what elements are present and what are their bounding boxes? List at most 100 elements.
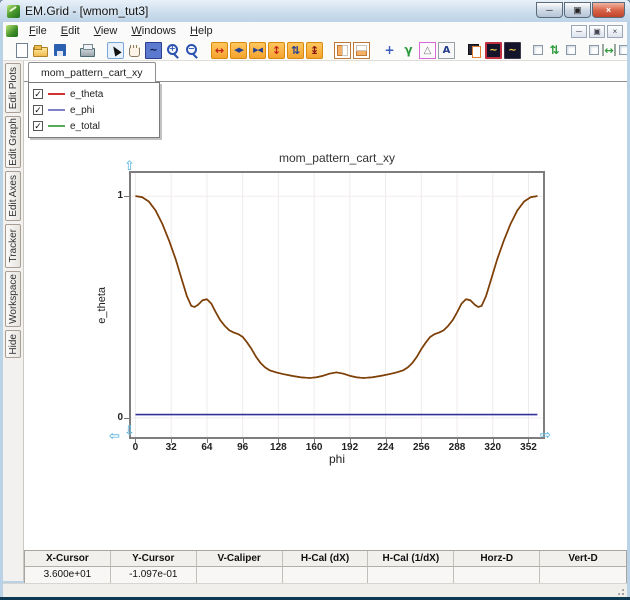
x-tick-160: 160 — [297, 442, 331, 453]
status-bar — [3, 583, 627, 598]
sidebar-item-workspace[interactable]: Workspace — [5, 271, 21, 327]
plot-svg — [131, 173, 543, 437]
tab-mom-pattern-cart-xy[interactable]: mom_pattern_cart_xy — [28, 62, 156, 82]
legend-checkbox-e_theta[interactable]: ✓ — [33, 89, 43, 99]
expand-x-icon[interactable]: ↔ — [211, 42, 228, 59]
x-tickmark-192 — [350, 439, 351, 443]
x-tickmark-96 — [243, 439, 244, 443]
title-bar[interactable]: EM.Grid - [wmom_tut3] ─▣× — [0, 0, 630, 22]
menu-file[interactable]: File — [22, 23, 54, 39]
print-icon[interactable] — [79, 42, 96, 59]
plot-window-icon[interactable]: ∼ — [504, 42, 521, 59]
left-panel-tabs: Edit Plots Edit Graph Edit Axes Tracker Work… — [3, 61, 24, 581]
window-title: EM.Grid - [wmom_tut3] — [25, 4, 148, 18]
scale-y-icon[interactable]: ⇅ — [287, 42, 304, 59]
cursor-header-v-caliper: V-Caliper — [197, 551, 283, 567]
cursor-value-2 — [197, 567, 283, 583]
menu-help[interactable]: Help — [183, 23, 220, 39]
link-y-left-checkbox-icon[interactable] — [532, 42, 544, 59]
x-tickmark-0 — [135, 439, 136, 443]
cursor-header-y-cursor: Y-Cursor — [111, 551, 197, 567]
series-e_theta — [136, 196, 538, 378]
zoom-out-icon[interactable]: − — [183, 42, 200, 59]
new-document-icon[interactable] — [13, 42, 30, 59]
expand-y-icon[interactable]: ↕ — [268, 42, 285, 59]
link-x-axes-icon[interactable]: ↔ — [602, 44, 616, 56]
x-tickmark-352 — [528, 439, 529, 443]
plot-mode-icon[interactable]: ∼ — [145, 42, 162, 59]
save-file-icon[interactable] — [51, 42, 68, 59]
sidebar-item-edit-plots[interactable]: Edit Plots — [5, 63, 21, 113]
cursor-header-x-cursor: X-Cursor — [25, 551, 111, 567]
x-tick-256: 256 — [404, 442, 438, 453]
compress-y-icon[interactable]: ↨ — [306, 42, 323, 59]
caliper-tool-icon[interactable]: γ — [400, 42, 417, 59]
new-plot-window-icon[interactable]: ∼ — [485, 42, 502, 59]
cursor-table-header-row: X-CursorY-CursorV-CaliperH-Cal (dX)H-Cal… — [25, 551, 626, 567]
open-file-icon[interactable] — [32, 42, 49, 59]
x-tick-192: 192 — [333, 442, 367, 453]
link-y-right-checkbox-icon[interactable] — [565, 42, 577, 59]
legend-checkbox-e_total[interactable]: ✓ — [33, 121, 43, 131]
x-tickmark-224 — [386, 439, 387, 443]
legend-row-e_phi: ✓ e_phi — [33, 102, 155, 118]
crosshair-tool-icon[interactable]: + — [381, 42, 398, 59]
mdi-restore-button[interactable]: ▣ — [589, 25, 605, 38]
compress-x-icon[interactable]: ▶◀ — [249, 42, 266, 59]
pan-tool-icon[interactable] — [126, 42, 143, 59]
copy-plot-icon[interactable] — [466, 42, 483, 59]
menu-view[interactable]: View — [87, 23, 125, 39]
sidebar-item-edit-graph[interactable]: Edit Graph — [5, 116, 21, 168]
x-tickmark-288 — [457, 439, 458, 443]
pointer-tool-icon[interactable]: ▲ — [107, 42, 124, 59]
legend-swatch-e_phi — [48, 109, 65, 111]
x-tick-320: 320 — [476, 442, 510, 453]
text-annotation-icon[interactable]: A — [438, 42, 455, 59]
link-x-right-checkbox-icon[interactable] — [618, 42, 627, 59]
split-vertical-icon[interactable] — [334, 42, 351, 59]
y-tickmark-0 — [124, 418, 129, 419]
zoom-in-icon[interactable]: + — [164, 42, 181, 59]
pan-right-arrow[interactable]: ⇨ — [540, 428, 551, 443]
minimize-button[interactable]: ─ — [536, 2, 563, 18]
legend-label-e_phi: e_phi — [70, 105, 94, 116]
x-tickmark-128 — [278, 439, 279, 443]
menu-edit[interactable]: Edit — [54, 23, 87, 39]
y-tickmark-1 — [124, 196, 129, 197]
document-logo-icon — [6, 25, 18, 37]
menu-windows[interactable]: Windows — [124, 23, 183, 39]
cursor-table-value-row: 3.600e+01-1.097e-01 — [25, 567, 626, 583]
cursor-readout-table: X-CursorY-CursorV-CaliperH-Cal (dX)H-Cal… — [24, 550, 627, 584]
plot-frame[interactable] — [129, 171, 545, 439]
mdi-close-button[interactable]: × — [607, 25, 623, 38]
sidebar-item-tracker[interactable]: Tracker — [5, 224, 21, 268]
sidebar-item-edit-axes[interactable]: Edit Axes — [5, 171, 21, 221]
legend-row-e_theta: ✓ e_theta — [33, 86, 155, 102]
x-tick-0: 0 — [118, 442, 152, 453]
legend-checkbox-e_phi[interactable]: ✓ — [33, 105, 43, 115]
restore-button[interactable]: ▣ — [564, 2, 591, 18]
link-x-left-checkbox-icon[interactable] — [588, 42, 600, 59]
resize-grip[interactable] — [616, 587, 625, 596]
link-y-axes-icon[interactable]: ⇅ — [546, 42, 563, 59]
x-tickmark-320 — [493, 439, 494, 443]
split-horizontal-icon[interactable] — [353, 42, 370, 59]
cursor-header-vert-d: Vert-D — [540, 551, 626, 567]
legend-row-e_total: ✓e_total — [33, 118, 155, 134]
scale-x-icon[interactable]: ◀▶ — [230, 42, 247, 59]
window-controls: ─▣× — [536, 2, 625, 18]
sidebar-item-hide[interactable]: Hide — [5, 330, 21, 358]
x-tick-128: 128 — [261, 442, 295, 453]
cursor-value-0: 3.600e+01 — [25, 567, 111, 583]
app-logo-icon — [7, 5, 20, 18]
legend-label-e_theta: e_theta — [70, 89, 103, 100]
pan-up-arrow[interactable]: ⇧ — [124, 159, 135, 174]
pan-down-arrow[interactable]: ⇩ — [124, 424, 135, 439]
toolbar-items: ▲∼+−↔◀▶▶◀↕⇅↨+γ△A∼∼⇅↔ — [13, 42, 627, 59]
series-e_total — [136, 196, 538, 378]
triangle-marker-icon[interactable]: △ — [419, 42, 436, 59]
x-tickmark-32 — [171, 439, 172, 443]
close-button[interactable]: × — [592, 2, 625, 18]
pan-left-arrow[interactable]: ⇦ — [109, 429, 120, 444]
mdi-minimize-button[interactable]: ─ — [571, 25, 587, 38]
